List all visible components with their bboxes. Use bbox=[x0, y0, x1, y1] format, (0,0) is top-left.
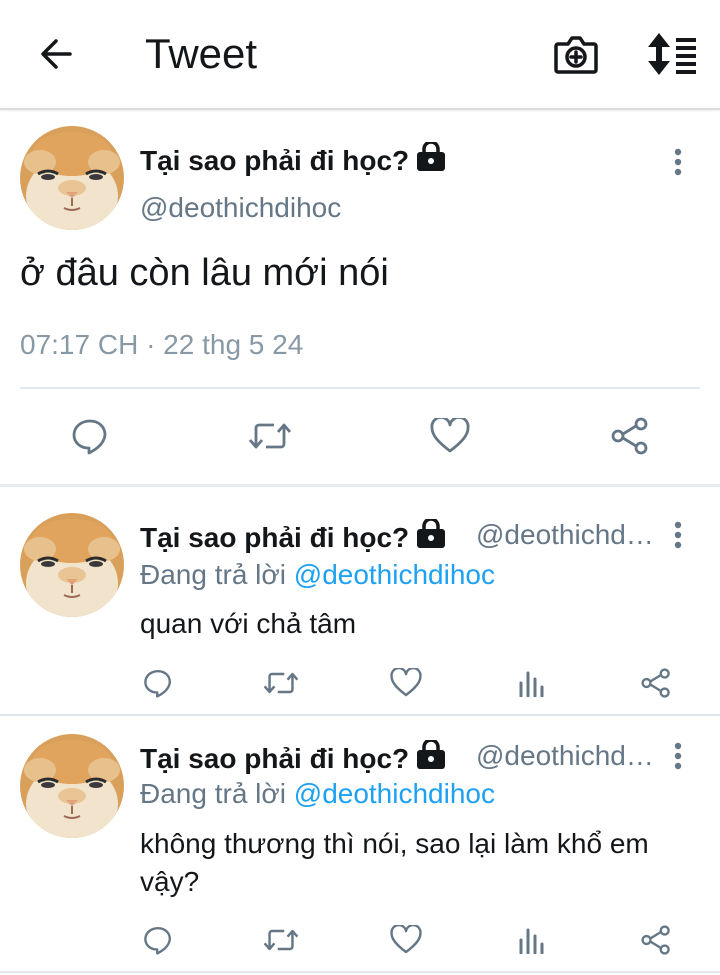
share-icon bbox=[641, 925, 670, 955]
share-button[interactable] bbox=[638, 665, 674, 701]
main-tweet: Tại sao phải đi học? @deothichdihoc ở đâ… bbox=[0, 112, 720, 484]
sort-button[interactable] bbox=[644, 30, 700, 78]
reply-icon bbox=[72, 419, 107, 455]
tweet-text: quan với chả tâm bbox=[140, 608, 357, 639]
cat-avatar-image bbox=[20, 126, 124, 230]
sort-icon bbox=[648, 33, 696, 75]
reply-button[interactable] bbox=[66, 414, 114, 458]
share-button[interactable] bbox=[638, 922, 674, 958]
camera-button[interactable] bbox=[552, 30, 600, 78]
heart-icon bbox=[390, 925, 422, 954]
avatar[interactable] bbox=[20, 513, 124, 617]
more-vertical-icon bbox=[674, 148, 682, 176]
like-button[interactable] bbox=[388, 665, 424, 701]
display-name-text: Tại sao phải đi học? bbox=[140, 145, 410, 176]
display-name-text: Tại sao phải đi học? bbox=[140, 522, 410, 553]
more-options-button[interactable] bbox=[666, 517, 690, 553]
retweet-button[interactable] bbox=[262, 665, 300, 701]
retweet-button[interactable] bbox=[246, 414, 294, 458]
replying-to-label: Đang trả lời bbox=[140, 559, 294, 590]
lock-icon bbox=[415, 517, 447, 556]
camera-plus-icon bbox=[554, 36, 598, 74]
retweet-icon bbox=[263, 672, 299, 694]
reply-button[interactable] bbox=[140, 665, 176, 701]
divider bbox=[0, 971, 720, 973]
handle[interactable]: @deothichdihoc bbox=[476, 519, 656, 551]
replying-to-link[interactable]: @deothichdihoc bbox=[294, 778, 495, 809]
display-name[interactable]: Tại sao phải đi học? bbox=[140, 517, 447, 556]
display-name[interactable]: Tại sao phải đi học? bbox=[140, 140, 447, 179]
analytics-icon bbox=[519, 671, 544, 697]
analytics-icon bbox=[519, 928, 544, 954]
lock-icon bbox=[415, 140, 447, 179]
retweet-button[interactable] bbox=[262, 922, 300, 958]
share-button[interactable] bbox=[606, 414, 654, 458]
lock-icon bbox=[415, 738, 447, 777]
heart-icon bbox=[430, 418, 470, 453]
tweet-text: ở đâu còn lâu mới nói bbox=[20, 252, 389, 294]
like-button[interactable] bbox=[388, 922, 424, 958]
avatar[interactable] bbox=[20, 734, 124, 838]
cat-avatar-image bbox=[20, 734, 124, 838]
arrow-left-icon bbox=[41, 39, 72, 69]
share-icon bbox=[611, 417, 648, 455]
more-options-button[interactable] bbox=[666, 144, 690, 180]
avatar[interactable] bbox=[20, 126, 124, 230]
reply-button[interactable] bbox=[140, 922, 176, 958]
top-app-bar: Tweet bbox=[0, 0, 720, 110]
cat-avatar-image bbox=[20, 513, 124, 617]
more-options-button[interactable] bbox=[666, 738, 690, 774]
handle[interactable]: @deothichdihoc bbox=[476, 740, 656, 772]
analytics-button[interactable] bbox=[514, 922, 548, 958]
analytics-button[interactable] bbox=[514, 665, 548, 701]
tweet-text: không thương thì nói, sao lại làm khổ em… bbox=[140, 828, 649, 897]
reply-icon bbox=[144, 926, 172, 955]
handle[interactable]: @deothichdihoc bbox=[140, 192, 341, 224]
reply-tweet[interactable]: Tại sao phải đi học? @deothichdihoc Đang… bbox=[0, 487, 720, 714]
display-name[interactable]: Tại sao phải đi học? bbox=[140, 738, 447, 777]
replying-to-label: Đang trả lời bbox=[140, 778, 294, 809]
heart-icon bbox=[390, 668, 422, 697]
share-icon bbox=[641, 668, 670, 698]
replying-to-link[interactable]: @deothichdihoc bbox=[294, 559, 495, 590]
like-button[interactable] bbox=[426, 414, 474, 458]
more-vertical-icon bbox=[674, 742, 682, 770]
display-name-text: Tại sao phải đi học? bbox=[140, 743, 410, 774]
page-title: Tweet bbox=[145, 30, 258, 77]
retweet-icon bbox=[248, 423, 292, 449]
more-vertical-icon bbox=[674, 521, 682, 549]
divider bbox=[20, 387, 700, 389]
replying-to: Đang trả lời @deothichdihoc bbox=[140, 778, 495, 810]
retweet-icon bbox=[263, 929, 299, 951]
reply-icon bbox=[144, 669, 172, 698]
replying-to: Đang trả lời @deothichdihoc bbox=[140, 559, 495, 591]
reply-tweet[interactable]: Tại sao phải đi học? @deothichdihoc Đang… bbox=[0, 716, 720, 971]
timestamp[interactable]: 07:17 CH · 22 thg 5 24 bbox=[20, 329, 303, 361]
back-button[interactable] bbox=[34, 32, 78, 76]
